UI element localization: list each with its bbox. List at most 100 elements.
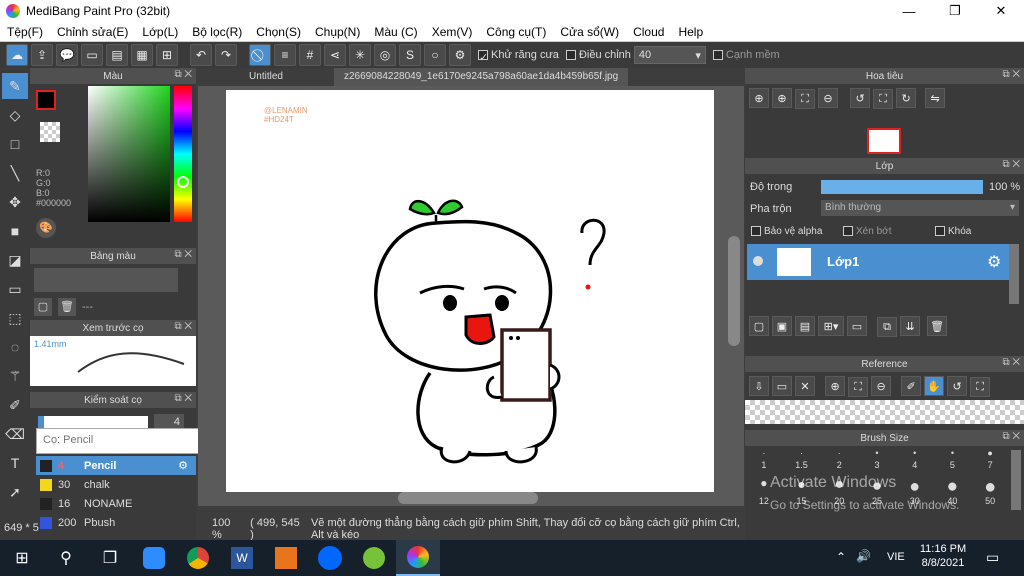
notification-icon[interactable]: ▭ — [986, 549, 999, 566]
medibang-task-icon[interactable] — [396, 540, 440, 576]
move-tool-icon[interactable]: ✥ — [2, 189, 28, 215]
menu-tools[interactable]: Công cụ(T) — [479, 25, 553, 39]
select-eraser-icon[interactable]: ⌫ — [2, 421, 28, 447]
zoom-in-icon[interactable]: ⊕ — [772, 88, 792, 108]
flip-icon[interactable]: ⇋ — [925, 88, 946, 108]
reference-canvas[interactable] — [745, 400, 1024, 424]
protect-alpha-checkbox[interactable]: Bảo vệ alpha — [751, 226, 822, 237]
cloud-download-icon[interactable]: ⇩ — [749, 376, 769, 396]
hue-handle[interactable] — [177, 176, 189, 188]
menu-window[interactable]: Cửa sổ(W) — [553, 25, 626, 39]
lasso-tool-icon[interactable]: ◌ — [2, 334, 28, 360]
zoom-out-icon[interactable]: ⊖ — [818, 88, 838, 108]
cloud-icon[interactable]: ☁ — [6, 44, 28, 66]
brush-item[interactable]: 16 NONAME — [36, 494, 196, 513]
menu-filter[interactable]: Bộ lọc(R) — [185, 25, 249, 39]
gradient-tool-icon[interactable]: ▭ — [2, 276, 28, 302]
ref-rotate-icon[interactable]: ↺ — [947, 376, 968, 396]
merge-layer-icon[interactable]: ⇊ — [900, 316, 921, 336]
saturation-value-square[interactable] — [88, 86, 170, 222]
minimize-button[interactable]: — — [886, 0, 932, 22]
ref-zoom-in-icon[interactable]: ⊕ — [825, 376, 846, 396]
menu-file[interactable]: Tệp(F) — [0, 25, 50, 39]
close-reference-icon[interactable]: ✕ — [795, 376, 815, 396]
size-cell[interactable]: · 1.5 — [783, 448, 821, 470]
canvas-area[interactable]: @LENAMIN #HD24T — [198, 86, 744, 506]
duplicate-layer-icon[interactable]: ⧉ — [877, 317, 898, 337]
gear-icon[interactable]: ⚙ — [449, 44, 471, 66]
zoom-fit-icon[interactable]: ⊕ — [749, 88, 769, 108]
menu-cloud[interactable]: Cloud — [626, 25, 671, 39]
size-cell[interactable]: • 4 — [896, 448, 934, 470]
fit-window-icon[interactable]: ⛶ — [795, 89, 815, 109]
task-view-icon[interactable]: ❐ — [88, 540, 132, 576]
snap-parallel-icon[interactable]: ≡ — [274, 44, 296, 66]
eyedropper-icon[interactable]: ✐ — [901, 376, 922, 396]
select-tool-icon[interactable]: ⬚ — [2, 305, 28, 331]
brush-size-scrollbar[interactable] — [1011, 450, 1021, 510]
bucket-tool-icon[interactable]: ◪ — [2, 247, 28, 273]
speech-icon[interactable]: ▭ — [81, 44, 103, 66]
zalo-icon[interactable] — [308, 540, 352, 576]
vertical-scrollbar[interactable] — [728, 236, 740, 346]
redo-icon[interactable]: ↷ — [215, 44, 237, 66]
zoom-app-icon[interactable] — [132, 540, 176, 576]
magic-wand-icon[interactable]: ⚚ — [2, 363, 28, 389]
page-icon[interactable]: ▤ — [106, 44, 128, 66]
volume-icon[interactable]: 🔊 — [856, 549, 871, 563]
reset-view-icon[interactable]: ⛶ — [873, 89, 894, 109]
brush-item[interactable]: 4 Pencil ⚙ — [36, 456, 196, 475]
tray-chevron-icon[interactable]: ⌃ — [836, 550, 846, 564]
folder-icon[interactable]: ▭ — [847, 316, 867, 336]
transparent-color[interactable] — [40, 122, 60, 142]
antialias-checkbox[interactable]: ✓ Khử răng cưa — [478, 49, 559, 64]
menu-select[interactable]: Chọn(S) — [249, 25, 308, 39]
clock[interactable]: 11:16 PM 8/8/2021 — [918, 543, 968, 569]
rect-tool-icon[interactable]: □ — [2, 131, 28, 157]
snap-radial-icon[interactable]: ✳ — [349, 44, 371, 66]
close-button[interactable]: ✕ — [978, 0, 1024, 22]
lock-checkbox[interactable]: Khóa — [935, 226, 971, 237]
hand-icon[interactable]: ✋ — [924, 376, 945, 396]
menu-edit[interactable]: Chỉnh sửa(E) — [50, 25, 135, 39]
eye-icon[interactable] — [753, 256, 763, 266]
brush-size-slider[interactable] — [38, 416, 148, 428]
layer-scrollbar[interactable] — [1009, 244, 1019, 304]
tab-untitled[interactable]: Untitled — [198, 68, 334, 86]
undo-icon[interactable]: ↶ — [190, 44, 212, 66]
gear-icon[interactable]: ⚙ — [987, 252, 1001, 272]
adjust-checkbox[interactable]: Điều chỉnh — [565, 49, 631, 61]
fill-rect-tool-icon[interactable]: ■ — [2, 218, 28, 244]
brush-search-input[interactable] — [37, 429, 177, 451]
text-tool-icon[interactable]: T — [2, 450, 28, 476]
clip-checkbox[interactable]: Xén bớt — [843, 226, 891, 237]
horizontal-scrollbar[interactable] — [398, 492, 538, 504]
opacity-slider[interactable] — [821, 180, 983, 194]
new-layer-1bit-icon[interactable]: ▤ — [795, 316, 815, 336]
menu-color[interactable]: Màu (C) — [367, 25, 424, 39]
foreground-color[interactable] — [36, 90, 56, 110]
menu-layer[interactable]: Lớp(L) — [135, 25, 185, 39]
comment-icon[interactable]: 💬 — [56, 44, 78, 66]
new-layer-icon[interactable]: ▢ — [749, 316, 769, 336]
size-cell[interactable]: · 1 — [745, 448, 783, 470]
eraser-tool-icon[interactable]: ◇ — [2, 102, 28, 128]
open-folder-icon[interactable]: ▭ — [772, 376, 792, 396]
snap-curve-icon[interactable]: S — [399, 44, 421, 66]
new-palette-icon[interactable]: ▢ — [34, 298, 52, 316]
snap-off-icon[interactable]: ⃠ — [249, 44, 271, 66]
word-icon[interactable]: W — [220, 540, 264, 576]
menu-view[interactable]: Xem(V) — [425, 25, 480, 39]
rotate-right-icon[interactable]: ↻ — [896, 88, 917, 108]
brush-tool-icon[interactable]: ✎ — [2, 73, 28, 99]
hue-slider[interactable] — [174, 86, 192, 222]
tab-image[interactable]: z2669084228049_1e6170e9245a798a60ae1da4b… — [334, 68, 629, 86]
windows-start-icon[interactable]: ⊞ — [0, 540, 44, 576]
layer-row[interactable]: Lớp1 ⚙ — [747, 244, 1009, 280]
new-layer-8bit-icon[interactable]: ▣ — [772, 316, 792, 336]
search-icon[interactable]: ⚲ — [44, 540, 88, 576]
utorrent-icon[interactable] — [352, 540, 396, 576]
navigator-thumbnail[interactable] — [867, 128, 901, 154]
delete-layer-icon[interactable]: 🗑 — [927, 316, 948, 336]
size-cell[interactable]: • 3 — [858, 448, 896, 470]
